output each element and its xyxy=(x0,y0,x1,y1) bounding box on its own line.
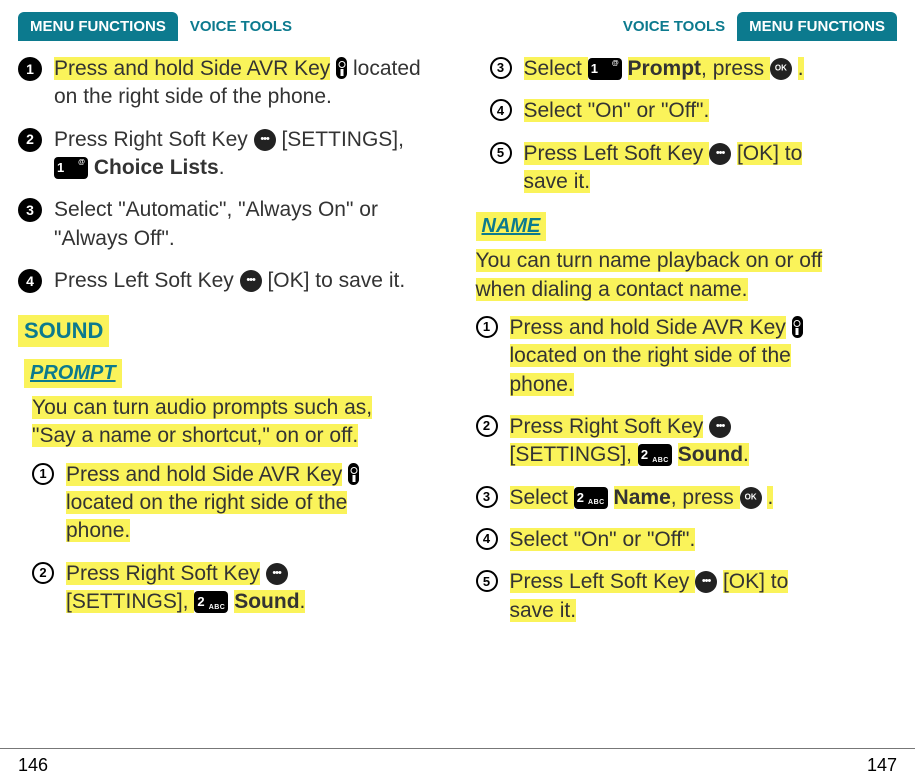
side-avr-key-icon xyxy=(348,463,359,485)
side-avr-key-icon xyxy=(336,57,347,79)
content-left: 1 Press and hold Side AVR Key located on… xyxy=(18,55,440,617)
prompt-step-5: 5 Press Left Soft Key [OK] to save it. xyxy=(490,140,898,197)
text-bold: Name xyxy=(614,486,671,509)
bullet-outline-5: 5 xyxy=(490,142,512,164)
text-bold: Choice Lists xyxy=(94,156,219,179)
name-step-3: 3 Select 2ABC Name, press . xyxy=(476,484,898,512)
bullet-outline-3: 3 xyxy=(476,486,498,508)
name-step-5: 5 Press Left Soft Key [OK] to save it. xyxy=(476,568,898,625)
ok-key-icon xyxy=(740,487,762,509)
text-bold: Prompt xyxy=(628,57,702,80)
tab-menu-functions: MENU FUNCTIONS xyxy=(737,12,897,41)
bullet-outline-2: 2 xyxy=(476,415,498,437)
section-voice-tools: VOICE TOOLS xyxy=(623,18,725,35)
text: [OK] to save it. xyxy=(267,269,405,292)
step-1: 1 Press and hold Side AVR Key located on… xyxy=(18,55,440,112)
text: Select "On" or "Off". xyxy=(524,99,710,122)
page-left: MENU FUNCTIONS VOICE TOOLS 1 Press and h… xyxy=(0,0,458,744)
left-soft-key-icon xyxy=(709,143,731,165)
text-bold: Sound xyxy=(678,443,743,466)
right-soft-key-icon xyxy=(709,416,731,438)
heading-name: NAME xyxy=(476,212,547,241)
bullet-solid-3: 3 xyxy=(18,198,42,222)
prompt-step-3: 3 Select 1@ Prompt, press . xyxy=(490,55,898,83)
key-2-icon: 2ABC xyxy=(574,487,608,509)
text: [SETTINGS], xyxy=(281,128,404,151)
text: located on the right side of the xyxy=(66,491,347,514)
key-1-icon: 1@ xyxy=(54,157,88,179)
bullet-solid-2: 2 xyxy=(18,128,42,152)
text: Press Right Soft Key xyxy=(54,128,254,151)
ok-key-icon xyxy=(770,58,792,80)
section-voice-tools: VOICE TOOLS xyxy=(190,18,292,35)
step-2: 2 Press Right Soft Key [SETTINGS], 1@ Ch… xyxy=(18,126,440,183)
left-soft-key-icon xyxy=(240,270,262,292)
text: Press Left Soft Key xyxy=(54,269,240,292)
key-1-icon: 1@ xyxy=(588,58,622,80)
text: [SETTINGS], xyxy=(66,590,194,613)
footer: 146 147 xyxy=(0,748,915,782)
name-step-2: 2 Press Right Soft Key [SETTINGS], 2ABC … xyxy=(476,413,898,470)
step-3: 3 Select "Automatic", "Always On" or "Al… xyxy=(18,196,440,253)
subsection-prompt-cont: 3 Select 1@ Prompt, press . 4 Select "On… xyxy=(482,55,898,196)
step-4: 4 Press Left Soft Key [OK] to save it. xyxy=(18,267,440,295)
bullet-outline-3: 3 xyxy=(490,57,512,79)
text-bold: Sound xyxy=(234,590,299,613)
page-right: VOICE TOOLS MENU FUNCTIONS 3 Select 1@ P… xyxy=(458,0,915,744)
right-soft-key-icon xyxy=(254,129,276,151)
subsection-prompt: PROMPT You can turn audio prompts such a… xyxy=(24,357,440,616)
left-soft-key-icon xyxy=(695,571,717,593)
key-2-icon: 2ABC xyxy=(194,591,228,613)
bullet-outline-5: 5 xyxy=(476,570,498,592)
text: Press Right Soft Key xyxy=(66,562,260,585)
name-step-1: 1 Press and hold Side AVR Key located on… xyxy=(476,314,898,399)
content-right: 3 Select 1@ Prompt, press . 4 Select "On… xyxy=(476,55,898,625)
right-soft-key-icon xyxy=(266,563,288,585)
bullet-outline-1: 1 xyxy=(32,463,54,485)
header-right: VOICE TOOLS MENU FUNCTIONS xyxy=(476,12,898,41)
page-number-left: 146 xyxy=(18,755,48,776)
header-left: MENU FUNCTIONS VOICE TOOLS xyxy=(18,12,440,41)
heading-prompt: PROMPT xyxy=(24,359,122,388)
intro-name: You can turn name playback on or off whe… xyxy=(476,247,898,304)
bullet-solid-1: 1 xyxy=(18,57,42,81)
bullet-outline-1: 1 xyxy=(476,316,498,338)
bullet-outline-4: 4 xyxy=(476,528,498,550)
bullet-outline-2: 2 xyxy=(32,562,54,584)
intro-prompt: You can turn audio prompts such as, "Say… xyxy=(32,394,440,451)
pages: MENU FUNCTIONS VOICE TOOLS 1 Press and h… xyxy=(0,0,915,744)
tab-menu-functions: MENU FUNCTIONS xyxy=(18,12,178,41)
name-step-4: 4 Select "On" or "Off". xyxy=(476,526,898,554)
text: Select "Automatic", "Always On" or "Alwa… xyxy=(54,196,440,253)
prompt-step-2: 2 Press Right Soft Key [SETTINGS], 2ABC … xyxy=(32,560,440,617)
text: phone. xyxy=(66,519,130,542)
heading-sound: SOUND xyxy=(18,315,109,347)
prompt-step-4: 4 Select "On" or "Off". xyxy=(490,97,898,125)
text: Press and hold Side AVR Key xyxy=(54,57,330,80)
text: Press and hold Side AVR Key xyxy=(66,463,342,486)
bullet-outline-4: 4 xyxy=(490,99,512,121)
bullet-solid-4: 4 xyxy=(18,269,42,293)
side-avr-key-icon xyxy=(792,316,803,338)
key-2-icon: 2ABC xyxy=(638,444,672,466)
page-number-right: 147 xyxy=(867,755,897,776)
prompt-step-1: 1 Press and hold Side AVR Key located on… xyxy=(32,461,440,546)
